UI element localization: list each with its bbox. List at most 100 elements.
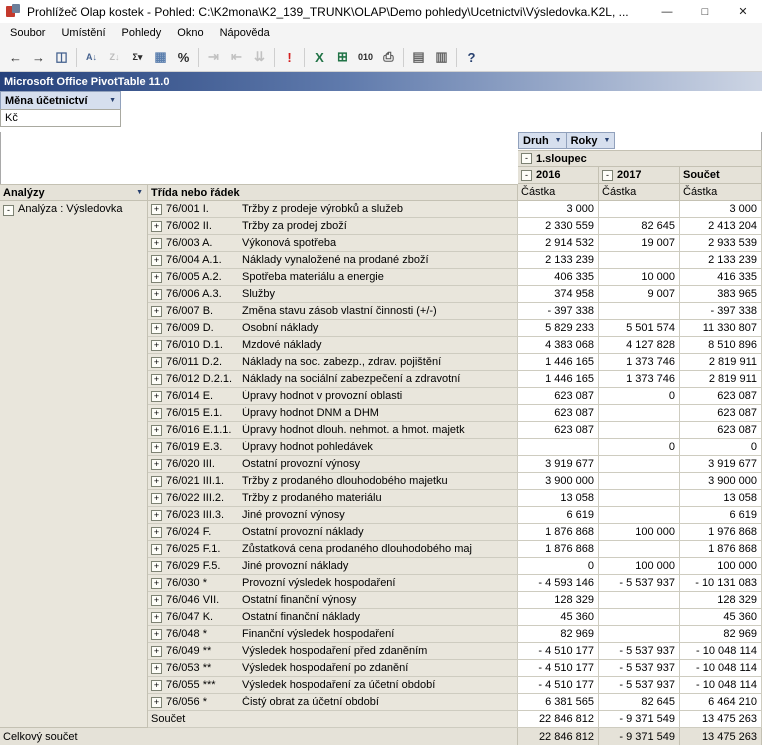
close-button[interactable]: ✕ — [724, 0, 762, 23]
row-label[interactable]: +76/015 E.1.Úpravy hodnot DNM a DHM — [148, 405, 518, 422]
back-icon[interactable]: ← — [4, 46, 27, 68]
menu-pohledy[interactable]: Pohledy — [114, 24, 170, 42]
expand-icon[interactable]: + — [151, 578, 162, 589]
row-label[interactable]: +76/049 **Výsledek hospodaření před zdan… — [148, 643, 518, 660]
row-label[interactable]: +76/025 F.1.Zůstatková cena prodaného dl… — [148, 541, 518, 558]
row-label[interactable]: +76/016 E.1.1.Úpravy hodnot dlouh. nehmo… — [148, 422, 518, 439]
row-label[interactable]: +76/020 III.Ostatní provozní výnosy — [148, 456, 518, 473]
expand-icon[interactable]: + — [151, 595, 162, 606]
expand-icon[interactable]: + — [151, 408, 162, 419]
collapse-icon[interactable]: - — [521, 170, 532, 181]
column-field-roky[interactable]: Roky ▼ — [566, 132, 616, 149]
row-label[interactable]: +76/022 III.2.Tržby z prodaného materiál… — [148, 490, 518, 507]
column-group-header[interactable]: - 1.sloupec — [518, 150, 762, 167]
print-icon[interactable]: ⎙ — [377, 46, 400, 68]
expand-icon[interactable]: + — [151, 306, 162, 317]
expand-icon[interactable]: + — [151, 527, 162, 538]
expand-icon[interactable]: + — [151, 629, 162, 640]
dropdown-arrow-icon[interactable]: ▼ — [598, 137, 611, 144]
percent-format-icon[interactable]: % — [172, 46, 195, 68]
row-label[interactable]: +76/023 III.3.Jiné provozní výnosy — [148, 507, 518, 524]
expand-icon[interactable]: + — [151, 289, 162, 300]
dropdown-arrow-icon[interactable]: ▼ — [103, 97, 116, 104]
expand-icon[interactable]: + — [151, 391, 162, 402]
row-label[interactable]: +76/001 I.Tržby z prodeje výrobků a služ… — [148, 201, 518, 218]
expand-icon[interactable]: + — [151, 357, 162, 368]
collapse-icon[interactable]: - — [602, 170, 613, 181]
expand-icon[interactable]: + — [151, 323, 162, 334]
menu-umisteni[interactable]: Umístění — [53, 24, 113, 42]
collapse-icon[interactable]: - — [521, 153, 532, 164]
dropdown-arrow-icon[interactable]: ▼ — [136, 189, 143, 196]
row-label[interactable]: +76/019 E.3.Úpravy hodnot pohledávek — [148, 439, 518, 456]
row-label[interactable]: +76/047 K.Ostatní finanční náklady — [148, 609, 518, 626]
row-label[interactable]: +76/024 F.Ostatní provozní náklady — [148, 524, 518, 541]
row-label[interactable]: +76/046 VII.Ostatní finanční výnosy — [148, 592, 518, 609]
autosum-icon[interactable]: Σ▾ — [126, 46, 149, 68]
row-label[interactable]: +76/007 B.Změna stavu zásob vlastní činn… — [148, 303, 518, 320]
sort-ascending-icon[interactable]: A↓ — [80, 46, 103, 68]
menu-okno[interactable]: Okno — [169, 24, 211, 42]
column-field-druh[interactable]: Druh ▼ — [518, 132, 567, 149]
expand-icon[interactable]: + — [151, 204, 162, 215]
expand-icon[interactable]: + — [151, 340, 162, 351]
column-header-2017[interactable]: - 2017 — [599, 167, 680, 184]
row-label[interactable]: +76/006 A.3.Služby — [148, 286, 518, 303]
expand-icon[interactable]: + — [151, 238, 162, 249]
field-list-icon[interactable]: ▥ — [430, 46, 453, 68]
row-label[interactable]: +76/048 *Finanční výsledek hospodaření — [148, 626, 518, 643]
expand-icon[interactable]: + — [151, 663, 162, 674]
row-label[interactable]: +76/030 *Provozní výsledek hospodaření — [148, 575, 518, 592]
row-label[interactable]: +76/003 A.Výkonová spotřeba — [148, 235, 518, 252]
forward-icon[interactable]: → — [27, 46, 50, 68]
expand-icon[interactable]: + — [151, 459, 162, 470]
row-label[interactable]: +76/029 F.5.Jiné provozní náklady — [148, 558, 518, 575]
commands-options-icon[interactable]: ▤ — [407, 46, 430, 68]
expand-icon[interactable]: + — [151, 493, 162, 504]
minimize-button[interactable]: — — [648, 0, 686, 23]
copy-icon[interactable]: ◫ — [50, 46, 73, 68]
row-label[interactable]: +76/053 **Výsledek hospodaření po zdaněn… — [148, 660, 518, 677]
row-label[interactable]: +76/002 II.Tržby za prodej zboží — [148, 218, 518, 235]
collapse-icon[interactable]: - — [3, 205, 14, 216]
expand-icon[interactable]: + — [151, 425, 162, 436]
expand-icon[interactable]: + — [151, 255, 162, 266]
column-header-2016[interactable]: - 2016 — [518, 167, 599, 184]
row-label[interactable]: +76/009 D.Osobní náklady — [148, 320, 518, 337]
maximize-button[interactable]: □ — [686, 0, 724, 23]
expand-icon[interactable]: + — [151, 646, 162, 657]
row-label[interactable]: +76/012 D.2.1.Náklady na sociální zabezp… — [148, 371, 518, 388]
expand-icon[interactable]: + — [151, 442, 162, 453]
expand-icon[interactable]: + — [151, 374, 162, 385]
refresh-icon[interactable]: ! — [278, 46, 301, 68]
row-label[interactable]: +76/014 E.Úpravy hodnot v provozní oblas… — [148, 388, 518, 405]
row-label[interactable]: +76/011 D.2.Náklady na soc. zabezp., zdr… — [148, 354, 518, 371]
row-label[interactable]: +76/005 A.2.Spotřeba materiálu a energie — [148, 269, 518, 286]
expand-icon[interactable]: + — [151, 697, 162, 708]
expand-icon[interactable]: + — [151, 476, 162, 487]
row-area-member[interactable]: - Analýza : Výsledovka — [0, 201, 148, 728]
show-as-numbers-icon[interactable]: 010 — [354, 46, 377, 68]
subtotal-icon[interactable]: ▦ — [149, 46, 172, 68]
filter-value-cell[interactable]: Kč — [0, 109, 121, 127]
expand-icon[interactable]: + — [151, 544, 162, 555]
row-label[interactable]: +76/004 A.1.Náklady vynaložené na prodan… — [148, 252, 518, 269]
dropdown-arrow-icon[interactable]: ▼ — [549, 137, 562, 144]
expand-icon[interactable]: + — [151, 510, 162, 521]
help-icon[interactable]: ? — [460, 46, 483, 68]
export-to-excel-icon[interactable]: X — [308, 46, 331, 68]
row-label[interactable]: +76/021 III.1.Tržby z prodaného dlouhodo… — [148, 473, 518, 490]
menu-napoveda[interactable]: Nápověda — [212, 24, 278, 42]
expand-icon[interactable]: + — [151, 221, 162, 232]
expand-icon[interactable]: + — [151, 272, 162, 283]
row-label[interactable]: +76/055 ***Výsledek hospodaření za účetn… — [148, 677, 518, 694]
expand-icon[interactable]: + — [151, 561, 162, 572]
row-label[interactable]: +76/010 D.1.Mzdové náklady — [148, 337, 518, 354]
export-list-icon[interactable]: ⊞ — [331, 46, 354, 68]
menu-soubor[interactable]: Soubor — [2, 24, 53, 42]
row-label[interactable]: +76/056 *Čistý obrat za účetní období — [148, 694, 518, 711]
filter-field-mena-ucetnictvi[interactable]: Měna účetnictví ▼ — [0, 91, 121, 110]
row-field-analyzy[interactable]: Analýzy ▼ — [0, 184, 148, 201]
expand-icon[interactable]: + — [151, 612, 162, 623]
expand-icon[interactable]: + — [151, 680, 162, 691]
